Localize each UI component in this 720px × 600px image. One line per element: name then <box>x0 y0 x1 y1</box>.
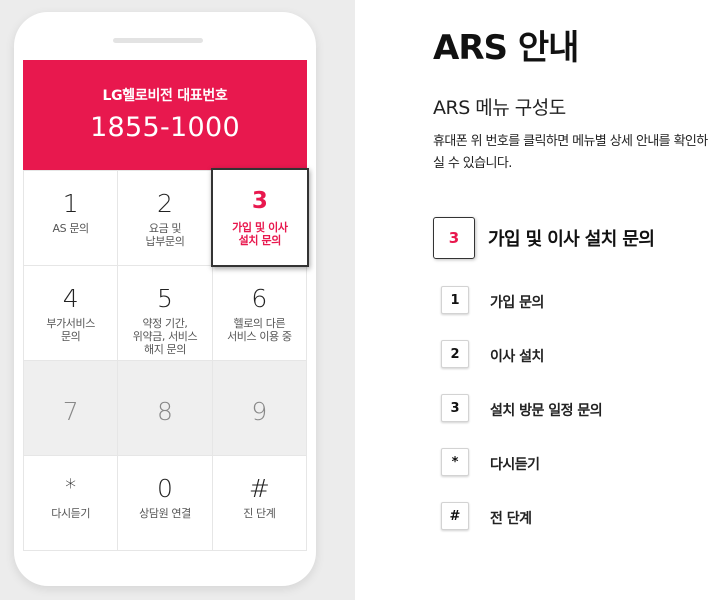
key-number: 2 <box>157 189 173 218</box>
section-subtitle: ARS 메뉴 구성도 <box>433 97 566 119</box>
key-0[interactable]: 0 상담원 연결 <box>118 455 213 550</box>
key-2[interactable]: 2 요금 및 납부문의 <box>118 170 213 265</box>
key-number: 7 <box>62 397 79 426</box>
key-label: 약정 기간, 위약금, 서비스 해지 문의 <box>132 317 198 356</box>
key-9-disabled: 9 <box>212 360 307 455</box>
key-number: 0 <box>157 474 173 503</box>
key-7-disabled: 7 <box>24 360 119 455</box>
key-number: 3 <box>251 188 268 214</box>
submenu-label: 이사 설치 <box>490 349 544 365</box>
guide-description: 휴대폰 위 번호를 클릭하면 메뉴별 상세 안내를 확인하실 수 있습니다. <box>433 134 708 171</box>
key-5[interactable]: 5 약정 기간, 위약금, 서비스 해지 문의 <box>118 265 213 360</box>
representative-number[interactable]: 1855-1000 <box>23 112 307 143</box>
key-label: 다시듣기 <box>51 507 91 520</box>
keypad: 1 AS 문의 2 요금 및 납부문의 3 가입 및 이사 설치 문의 4 부가서비… <box>23 168 309 551</box>
selected-menu-number: 3 <box>433 217 475 259</box>
selected-menu-title: 가입 및 이사 설치 문의 <box>488 229 655 250</box>
key-6[interactable]: 6 헬로의 다른 서비스 이용 중 <box>212 265 307 360</box>
key-3-selected[interactable]: 3 가입 및 이사 설치 문의 <box>210 168 309 267</box>
key-number: 5 <box>157 284 173 313</box>
phone-speaker <box>113 38 203 43</box>
key-4[interactable]: 4 부가서비스 문의 <box>24 265 119 360</box>
key-label: 부가서비스 문의 <box>46 317 95 343</box>
phone-mockup: LG헬로비전 대표번호 1855-1000 1 AS 문의 2 요금 및 납부문의… <box>14 12 316 586</box>
key-number: # <box>248 474 270 503</box>
key-label: AS 문의 <box>52 222 90 235</box>
key-number: 8 <box>157 397 173 426</box>
header-title: LG헬로비전 대표번호 <box>102 88 228 104</box>
key-1[interactable]: 1 AS 문의 <box>24 170 119 265</box>
key-label: 상담원 연결 <box>139 507 191 520</box>
page-title: ARS 안내 <box>433 28 579 68</box>
submenu-label: 설치 방문 일정 문의 <box>490 403 603 419</box>
key-star[interactable]: * 다시듣기 <box>24 455 119 550</box>
key-label: 가입 및 이사 설치 문의 <box>232 221 288 247</box>
key-number: 4 <box>62 284 79 313</box>
key-8-disabled: 8 <box>118 360 213 455</box>
phone-header: LG헬로비전 대표번호 1855-1000 <box>23 60 307 170</box>
submenu-number: 2 <box>441 340 469 368</box>
submenu-number: 3 <box>441 394 469 422</box>
key-number: 9 <box>251 397 268 426</box>
submenu-number: # <box>441 502 469 530</box>
key-number: 6 <box>251 284 268 313</box>
submenu-number: * <box>441 448 469 476</box>
submenu-label: 가입 문의 <box>490 295 544 311</box>
key-number: * <box>65 476 77 501</box>
key-label: 요금 및 납부문의 <box>145 222 185 248</box>
key-number: 1 <box>62 189 79 218</box>
key-label: 진 단계 <box>243 507 276 520</box>
submenu-label: 전 단계 <box>490 511 532 527</box>
key-hash[interactable]: # 진 단계 <box>212 455 307 550</box>
key-label: 헬로의 다른 서비스 이용 중 <box>227 317 292 343</box>
submenu-number: 1 <box>441 286 469 314</box>
submenu-label: 다시듣기 <box>490 457 540 473</box>
